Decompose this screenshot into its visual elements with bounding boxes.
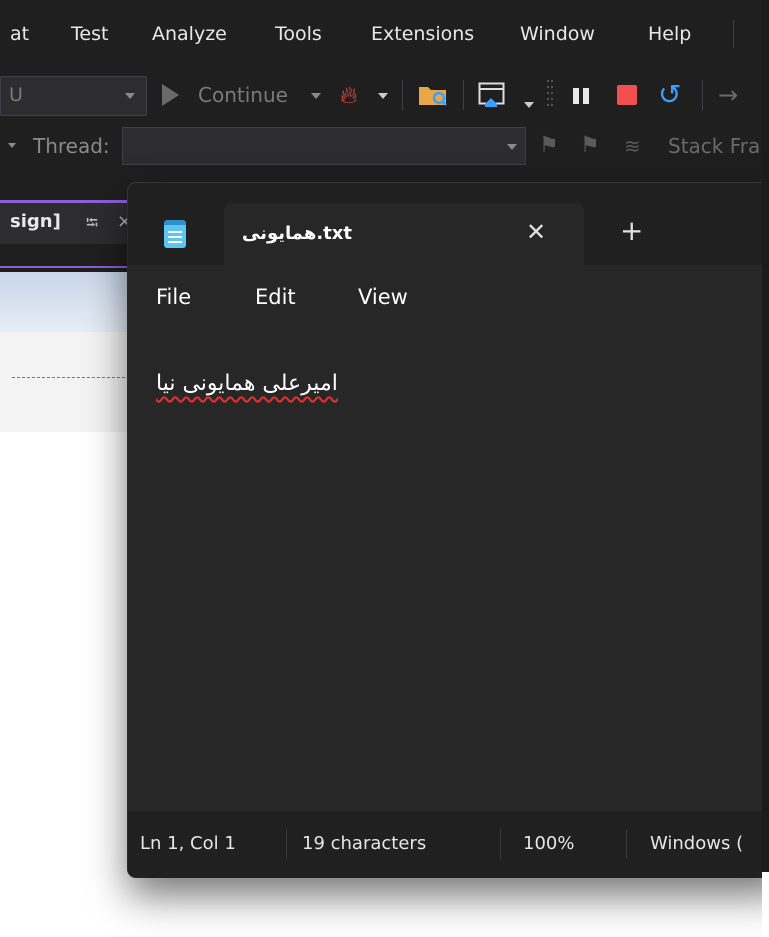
designer-margin — [0, 432, 12, 937]
status-separator — [626, 829, 627, 859]
status-separator — [500, 829, 501, 859]
menu-separator — [733, 20, 734, 48]
show-next-statement-icon[interactable]: → — [718, 81, 738, 109]
window-dropdown-icon[interactable] — [524, 102, 534, 108]
status-cursor-position: Ln 1, Col 1 — [140, 833, 236, 854]
flame-icon[interactable]: 🔥︎ — [340, 80, 358, 110]
notepad-window[interactable]: همایونی.txt ✕ + File Edit View امیرعلی ه… — [128, 183, 769, 877]
pin-icon[interactable]: ⭾ — [86, 212, 98, 239]
toolbar-grip-icon — [547, 80, 553, 106]
chevron-down-icon — [507, 144, 517, 150]
menu-view[interactable]: View — [358, 285, 408, 309]
menu-edit[interactable]: Edit — [255, 285, 296, 309]
vs-debug-toolbar: U Continue 🔥︎ ↺ → — [0, 68, 769, 122]
document-tab-label: sign] — [10, 211, 61, 232]
continue-button[interactable]: Continue — [198, 83, 288, 107]
solution-platform-combo[interactable]: U — [0, 76, 147, 116]
restart-icon[interactable]: ↺ — [658, 79, 681, 111]
process-dropdown-icon[interactable] — [8, 143, 16, 148]
notepad-tab-title: همایونی.txt — [242, 223, 352, 244]
status-separator — [286, 829, 287, 859]
continue-dropdown-icon[interactable] — [311, 93, 321, 99]
folder-search-icon[interactable] — [418, 84, 448, 106]
notepad-text-area[interactable]: امیرعلی همایونی نیا — [128, 331, 769, 811]
notepad-tab[interactable]: همایونی.txt ✕ — [224, 203, 584, 265]
status-zoom[interactable]: 100% — [523, 833, 574, 854]
stack-frame-label: Stack Fra — [668, 134, 761, 158]
flag-icon[interactable]: ⚑ — [539, 133, 559, 158]
menu-file[interactable]: File — [156, 285, 191, 309]
toolbar-separator — [702, 80, 703, 110]
status-character-count: 19 characters — [302, 833, 427, 854]
vs-menu-help[interactable]: Help — [648, 22, 691, 46]
toolbar-separator — [402, 80, 403, 110]
notepad-app-icon — [164, 220, 186, 248]
stop-icon[interactable] — [617, 85, 637, 105]
vs-menu-bar: at Test Analyze Tools Extensions Window … — [0, 0, 769, 68]
pause-icon[interactable] — [573, 88, 595, 104]
vs-menu-analyze[interactable]: Analyze — [152, 22, 227, 46]
vs-menu-extensions[interactable]: Extensions — [371, 22, 474, 46]
window-edge — [762, 0, 769, 937]
toolbar-separator — [463, 80, 464, 110]
notepad-menu-bar: File Edit View — [128, 265, 769, 331]
thread-combo[interactable] — [122, 127, 526, 165]
notepad-status-bar: Ln 1, Col 1 19 characters 100% Windows ( — [128, 811, 769, 877]
chevron-down-icon — [125, 93, 135, 99]
vs-menu-test[interactable]: Test — [71, 22, 108, 46]
window-edge-gap — [762, 872, 769, 937]
suppress-threads-icon[interactable]: ≋ — [624, 134, 641, 158]
close-tab-icon[interactable]: ✕ — [526, 218, 546, 246]
vs-menu-window[interactable]: Window — [520, 22, 595, 46]
vs-menu-format[interactable]: at — [10, 22, 29, 46]
vs-menu-tools[interactable]: Tools — [275, 22, 322, 46]
solution-platform-value: U — [9, 84, 23, 106]
application-window-icon[interactable] — [478, 82, 508, 108]
flag-all-threads-icon[interactable]: ⚑ — [580, 133, 600, 158]
document-text[interactable]: امیرعلی همایونی نیا — [156, 371, 338, 396]
play-icon[interactable] — [162, 84, 179, 106]
hot-reload-dropdown-icon[interactable] — [378, 93, 388, 99]
thread-label: Thread: — [33, 134, 110, 158]
notepad-title-bar[interactable]: همایونی.txt ✕ + — [128, 183, 769, 265]
new-tab-button[interactable]: + — [620, 217, 643, 245]
vs-debug-location-bar: Thread: ⚑ ⚑ ≋ Stack Fra — [0, 122, 769, 170]
status-line-ending[interactable]: Windows ( — [650, 833, 743, 854]
